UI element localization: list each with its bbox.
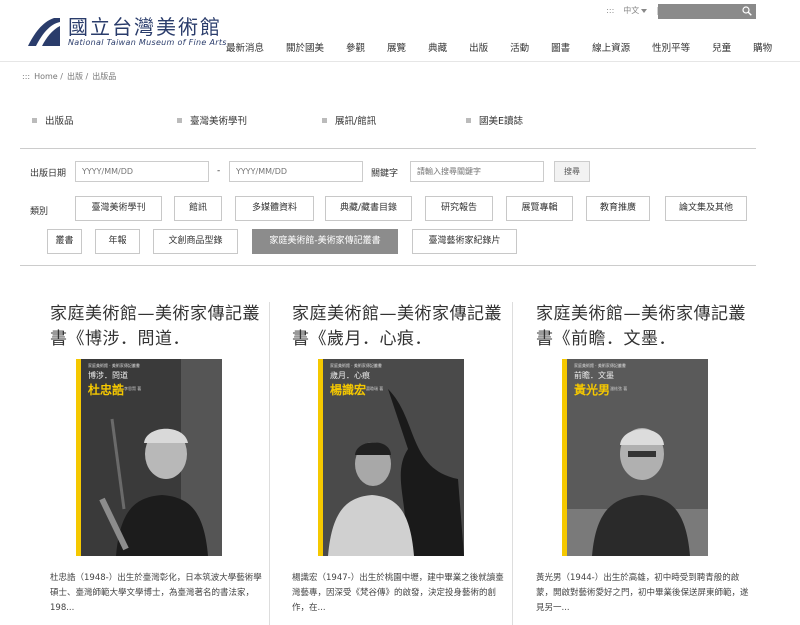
category-series[interactable]: 叢書	[47, 229, 82, 254]
date-label: 出版日期	[30, 169, 67, 179]
cover-series: 家庭美術館 · 美術家傳記叢書	[88, 363, 140, 368]
date-range-dash: -	[217, 166, 221, 176]
subtab-newsletter[interactable]: 展訊/館訊	[322, 113, 376, 127]
publication-card[interactable]: 家庭美術館—美術家傳記叢書《博涉．問道． 家庭美術館 · 美術家傳記叢書 博涉．…	[50, 302, 265, 617]
cover-series: 家庭美術館 · 美術家傳記叢書	[574, 363, 626, 368]
category-multimedia[interactable]: 多媒體資料	[235, 196, 314, 221]
category-collection-catalog[interactable]: 典藏/藏書目錄	[325, 196, 412, 221]
book-cover-image[interactable]: 家庭美術館 · 美術家傳記叢書 博涉．問道 杜忠誥 李思賢 著	[76, 359, 222, 556]
nav-item[interactable]: 活動	[510, 40, 529, 54]
site-search-box	[658, 4, 756, 24]
category-artist-documentary[interactable]: 臺灣藝術家紀錄片	[412, 229, 517, 254]
site-search-input[interactable]	[658, 9, 738, 24]
nav-item[interactable]: 展覽	[387, 40, 406, 54]
cover-spine	[318, 359, 323, 556]
nav-item[interactable]: 圖書	[551, 40, 570, 54]
divider	[20, 265, 756, 266]
nav-item[interactable]: 線上資源	[592, 40, 630, 54]
search-icon[interactable]	[742, 6, 752, 16]
publication-title[interactable]: 家庭美術館—美術家傳記叢書《歲月．心痕．	[292, 302, 507, 352]
column-divider	[269, 302, 270, 625]
publication-card[interactable]: 家庭美術館—美術家傳記叢書《前瞻．文墨． 家庭美術館 · 美術家傳記叢書 前瞻．…	[536, 302, 751, 617]
main-nav: 最新消息 關於國美 參觀 展覽 典藏 出版 活動 圖書 線上資源 性別平等 兒童 購物	[226, 40, 772, 54]
category-family-museum-biography[interactable]: 家庭美術館-美術家傳記叢書	[252, 229, 398, 254]
cover-subtitle: 歲月．心痕	[330, 371, 370, 380]
logo-title-en: National Taiwan Museum of Fine Arts	[68, 37, 227, 47]
publication-card[interactable]: 家庭美術館—美術家傳記叢書《歲月．心痕． 家庭美術館 · 美術家傳記叢書 歲月．…	[292, 302, 507, 617]
caret-down-icon	[641, 8, 648, 13]
language-select[interactable]: 中文	[623, 5, 648, 16]
nav-item[interactable]: 性別平等	[652, 40, 690, 54]
logo-mark-icon	[28, 18, 60, 46]
category-art-journal[interactable]: 臺灣美術學刊	[75, 196, 162, 221]
category-essays-others[interactable]: 論文集及其他	[665, 196, 747, 221]
square-bullet-icon	[466, 117, 471, 123]
breadcrumb: ::: Home / 出版 / 出版品	[22, 71, 120, 82]
square-bullet-icon	[322, 117, 327, 123]
publication-description: 楊識宏（1947-）出生於桃園中壢，建中畢業之後就讀臺灣藝專，因深受《梵谷傳》的…	[292, 573, 504, 613]
cover-subtitle: 前瞻．文墨	[574, 371, 614, 380]
search-button[interactable]: 搜尋	[554, 161, 590, 182]
date-from-input[interactable]	[75, 161, 209, 182]
nav-item[interactable]: 關於國美	[286, 40, 324, 54]
nav-item[interactable]: 典藏	[428, 40, 447, 54]
sitemap-link[interactable]: :::	[606, 6, 614, 15]
breadcrumb-item: 出版品	[92, 72, 117, 81]
category-education[interactable]: 教育推廣	[586, 196, 650, 221]
cover-series: 家庭美術館 · 美術家傳記叢書	[330, 363, 382, 368]
category-annual-report[interactable]: 年報	[95, 229, 140, 254]
category-merch-catalog[interactable]: 文創商品型錄	[153, 229, 238, 254]
site-header: 國立台灣美術館 National Taiwan Museum of Fine A…	[0, 0, 800, 62]
nav-item[interactable]: 兒童	[712, 40, 731, 54]
category-exhibition-catalog[interactable]: 展覽專輯	[506, 196, 573, 221]
cover-author: 潘絃弦 著	[610, 386, 628, 391]
date-to-input[interactable]	[229, 161, 363, 182]
nav-item[interactable]: 購物	[753, 40, 772, 54]
cover-artist-name: 杜忠誥	[88, 383, 125, 397]
keyword-input[interactable]	[410, 161, 544, 182]
category-label: 類別	[30, 207, 49, 217]
book-cover-image[interactable]: 家庭美術館 · 美術家傳記叢書 歲月．心痕 楊識宏 蕭瓊瑞 著	[318, 359, 464, 556]
breadcrumb-sitemap[interactable]: :::	[22, 72, 30, 81]
breadcrumb-item[interactable]: Home /	[34, 72, 63, 81]
publication-title[interactable]: 家庭美術館—美術家傳記叢書《博涉．問道．	[50, 302, 265, 352]
publication-description: 黃光男（1944-）出生於高雄，初中時受到聘青般的啟蒙，開啟對藝術愛好之門，初中…	[536, 573, 749, 613]
divider	[20, 148, 756, 149]
category-newsletter[interactable]: 館訊	[174, 196, 222, 221]
nav-item[interactable]: 參觀	[346, 40, 365, 54]
publication-title[interactable]: 家庭美術館—美術家傳記叢書《前瞻．文墨．	[536, 302, 751, 352]
nav-item[interactable]: 最新消息	[226, 40, 264, 54]
cover-artist-name: 楊識宏	[330, 383, 367, 397]
site-logo[interactable]: 國立台灣美術館 National Taiwan Museum of Fine A…	[24, 14, 227, 48]
subtab-e-magazine[interactable]: 國美E讀誌	[466, 113, 523, 127]
cover-subtitle: 博涉．問道	[88, 371, 128, 380]
cover-spine	[76, 359, 81, 556]
nav-item[interactable]: 出版	[469, 40, 488, 54]
cover-author: 蕭瓊瑞 著	[366, 386, 384, 391]
cover-author: 李思賢 著	[124, 386, 142, 391]
logo-title-zh: 國立台灣美術館	[68, 14, 222, 39]
cover-spine	[562, 359, 567, 556]
square-bullet-icon	[177, 117, 182, 123]
keyword-label: 關鍵字	[371, 169, 399, 179]
book-cover-image[interactable]: 家庭美術館 · 美術家傳記叢書 前瞻．文墨 黃光男 潘絃弦 著	[562, 359, 708, 556]
column-divider	[512, 302, 513, 625]
publication-description: 杜忠誥（1948-）出生於臺灣彰化，日本筑波大學藝術學碩士、臺灣師範大學文學博士…	[50, 573, 262, 613]
breadcrumb-item[interactable]: 出版 /	[67, 72, 88, 81]
subtab-publications[interactable]: 出版品	[32, 113, 74, 127]
cover-artist-name: 黃光男	[574, 383, 611, 397]
square-bullet-icon	[32, 117, 37, 123]
category-research-report[interactable]: 研究報告	[425, 196, 493, 221]
subtab-art-journal[interactable]: 臺灣美術學刊	[177, 113, 247, 127]
